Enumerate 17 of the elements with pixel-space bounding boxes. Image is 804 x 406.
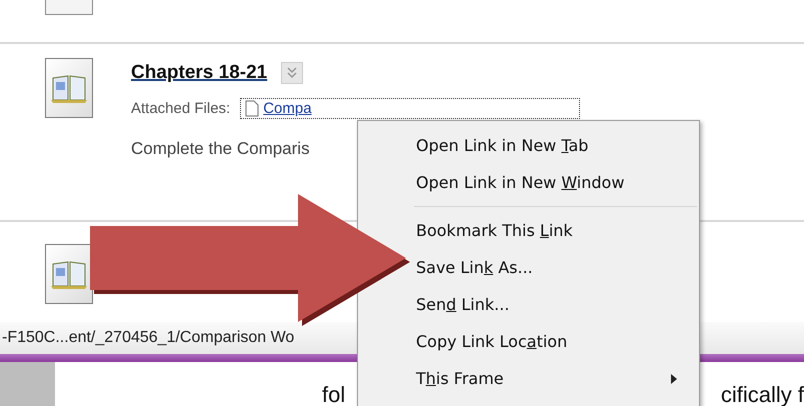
status-url: -F150C...ent/_270456_1/Comparison Wo bbox=[2, 329, 294, 347]
expand-button[interactable] bbox=[281, 62, 304, 84]
menu-item[interactable]: Open Link in New Tab bbox=[412, 127, 699, 164]
document-text: fol bbox=[322, 384, 346, 406]
submenu-arrow-icon bbox=[671, 374, 677, 384]
item-title-link[interactable]: Chapters 18-21 bbox=[131, 62, 268, 84]
item-description: Complete the Comparis bbox=[131, 139, 310, 159]
menu-item[interactable]: Send Link... bbox=[412, 286, 699, 323]
menu-item[interactable]: Save Link As... bbox=[412, 249, 699, 286]
document-icon bbox=[245, 100, 260, 117]
attached-files-label: Attached Files: bbox=[131, 100, 230, 117]
menu-item[interactable]: Open Link in New Window bbox=[412, 164, 699, 201]
menu-item[interactable]: Copy Link Location bbox=[412, 323, 699, 360]
file-link[interactable]: Compa bbox=[240, 98, 580, 119]
menu-item[interactable]: This Frame bbox=[412, 360, 699, 397]
menu-item[interactable]: Bookmark This Link bbox=[412, 212, 699, 249]
chevron-down-icon bbox=[287, 67, 298, 79]
